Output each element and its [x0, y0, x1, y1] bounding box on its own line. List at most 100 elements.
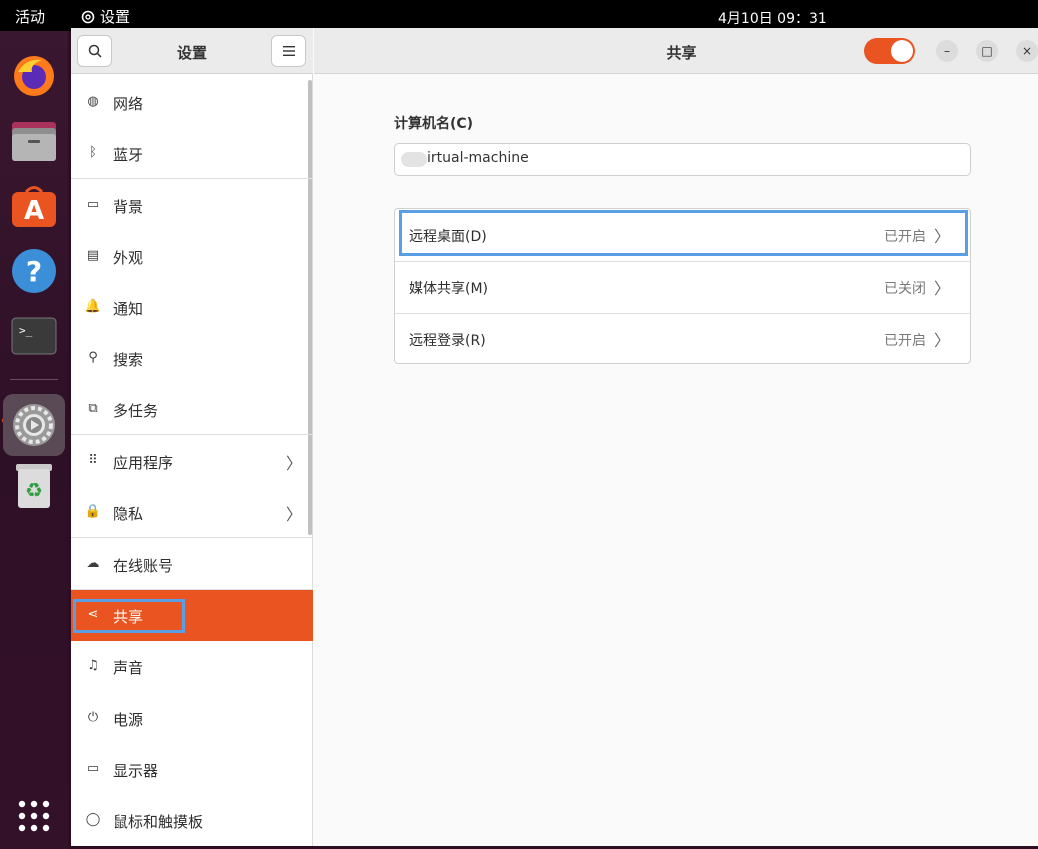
sidebar-divider	[71, 537, 313, 538]
redacted-text	[401, 152, 427, 167]
sidebar-item[interactable]: ⧉ 多任务	[71, 384, 313, 435]
cloud-icon: ☁	[86, 555, 100, 571]
row-divider	[395, 261, 970, 262]
computer-name-label: 计算机名(C)	[394, 116, 474, 132]
computer-name-field[interactable]: irtual-machine	[394, 143, 971, 176]
search-icon: ⚲	[88, 349, 98, 365]
dock-trash[interactable]: ♻	[9, 461, 59, 511]
lock-icon: 🔒	[84, 503, 102, 519]
svg-text:?: ?	[26, 255, 42, 288]
chevron-right-icon: 〉	[286, 454, 303, 473]
sidebar-item[interactable]: 🔔 通知	[71, 282, 313, 333]
app-center-icon: A	[12, 186, 56, 227]
close-button[interactable]: ×	[1016, 40, 1038, 62]
sharing-service-row[interactable]: 远程登录(R) 已开启〉	[395, 313, 970, 365]
menu-button[interactable]	[271, 35, 306, 67]
dock-app-center[interactable]: A	[9, 181, 59, 231]
sidebar-header: 设置	[71, 28, 313, 74]
hamburger-menu-icon	[282, 46, 295, 56]
dock-files[interactable]	[9, 116, 59, 166]
chevron-right-icon: 〉	[286, 505, 303, 524]
sidebar-item[interactable]: ◍ 网络	[71, 77, 313, 128]
power-icon: ⏻	[87, 709, 99, 725]
sidebar-item-label: 网络	[113, 95, 144, 113]
terminal-icon: >_	[11, 317, 57, 355]
chevron-right-icon: 〉	[933, 331, 950, 350]
sidebar-item-label: 鼠标和触摸板	[113, 813, 204, 831]
sidebar-item[interactable]: ▤ 外观	[71, 231, 313, 282]
app-menu-label: 设置	[100, 8, 131, 26]
service-name: 媒体共享(M)	[409, 281, 489, 297]
sidebar-divider	[71, 178, 313, 179]
sidebar-item-label: 搜索	[113, 351, 144, 369]
sharing-services-list: 远程桌面(D) 已开启〉媒体共享(M) 已关闭〉远程登录(R) 已开启〉	[394, 208, 971, 364]
settings-window: 设置 ◍ 网络 ᛒ 蓝牙 ▭ 背景 ▤ 外观 🔔 通知 ⚲ 搜索 ⧉ 多任务 ⠿ 应用程序〉 🔒 隐私〉 ☁ 在线账号…	[71, 28, 1038, 846]
service-status: 已开启	[884, 333, 926, 349]
sidebar-item-label: 蓝牙	[113, 146, 144, 164]
dock-settings[interactable]	[3, 394, 65, 456]
firefox-icon	[14, 56, 54, 96]
bell-icon: 🔔	[84, 298, 102, 314]
svg-text:A: A	[24, 196, 44, 226]
sidebar-item-label: 显示器	[113, 762, 159, 780]
sidebar-item[interactable]: ▭ 背景	[71, 180, 313, 231]
sidebar-item-label: 隐私	[113, 505, 144, 523]
mouse-icon: ◯	[85, 811, 101, 827]
appearance-icon: ▤	[86, 247, 100, 263]
top-bar: 活动 设置 4月10日 09：31	[0, 0, 1038, 31]
highlight-box	[73, 599, 185, 633]
sharing-content: 计算机名(C) irtual-machine 远程桌面(D) 已开启〉媒体共享(M…	[314, 75, 1038, 846]
sidebar-item-label: 在线账号	[113, 557, 174, 575]
sidebar-item-label: 背景	[113, 198, 144, 216]
sharing-service-row[interactable]: 媒体共享(M) 已关闭〉	[395, 261, 970, 313]
apps-grid-icon	[18, 800, 50, 832]
clock[interactable]: 4月10日 09：31	[718, 8, 827, 28]
page-title: 共享	[666, 44, 697, 62]
highlight-box	[399, 210, 968, 256]
toggle-knob	[891, 40, 913, 62]
display-icon: ▭	[86, 760, 100, 776]
globe-icon: ◍	[87, 93, 99, 109]
activities-button[interactable]: 活动	[15, 6, 45, 27]
sidebar-item[interactable]: ⏻ 电源	[71, 693, 313, 744]
sharing-toggle[interactable]	[864, 38, 915, 64]
help-icon: ?	[12, 249, 56, 293]
maximize-button[interactable]: □	[976, 40, 998, 62]
close-icon: ×	[1021, 44, 1033, 58]
chevron-right-icon: 〉	[933, 279, 950, 298]
background-icon: ▭	[86, 196, 100, 212]
minimize-button[interactable]: –	[936, 40, 958, 62]
dock: A ? >_ ♻	[0, 31, 68, 849]
sidebar-item[interactable]: ♫ 声音	[71, 641, 313, 692]
bluetooth-icon: ᛒ	[89, 144, 97, 160]
sidebar-item-label: 多任务	[113, 402, 159, 420]
minimize-icon: –	[944, 44, 950, 58]
sidebar-item-label: 通知	[113, 300, 144, 318]
gear-icon	[81, 10, 95, 23]
sidebar-divider	[71, 434, 313, 435]
apps-grid-icon: ⠿	[88, 452, 98, 468]
maximize-icon: □	[981, 44, 993, 58]
computer-name-value: irtual-machine	[427, 150, 529, 166]
dock-terminal[interactable]: >_	[9, 311, 59, 361]
show-apps-button[interactable]	[9, 791, 59, 841]
row-divider	[395, 313, 970, 314]
sidebar-item[interactable]: ▭ 显示器	[71, 744, 313, 795]
sidebar-item[interactable]: ☁ 在线账号	[71, 539, 313, 590]
sidebar-item[interactable]: ⠿ 应用程序 〉	[71, 436, 313, 487]
music-note-icon: ♫	[87, 657, 99, 673]
sidebar-item[interactable]: ◯ 鼠标和触摸板	[71, 795, 313, 846]
sidebar-item[interactable]: 🔒 隐私 〉	[71, 487, 313, 538]
sidebar-item-label: 声音	[113, 659, 144, 677]
service-name: 远程登录(R)	[409, 333, 486, 349]
service-status: 已关闭	[884, 281, 926, 297]
svg-text:♻: ♻	[25, 478, 43, 502]
sidebar: 设置 ◍ 网络 ᛒ 蓝牙 ▭ 背景 ▤ 外观 🔔 通知 ⚲ 搜索 ⧉ 多任务 ⠿ 应用程序〉 🔒 隐私〉 ☁ 在线账号…	[71, 28, 313, 846]
app-menu[interactable]: 设置	[80, 6, 130, 27]
main-header: 共享 – □ ×	[314, 28, 1038, 74]
sidebar-item[interactable]: ᛒ 蓝牙	[71, 128, 313, 179]
sidebar-item-label: 应用程序	[113, 454, 174, 472]
sidebar-item[interactable]: ⚲ 搜索	[71, 333, 313, 384]
dock-help[interactable]: ?	[9, 246, 59, 296]
dock-firefox[interactable]	[9, 51, 59, 101]
